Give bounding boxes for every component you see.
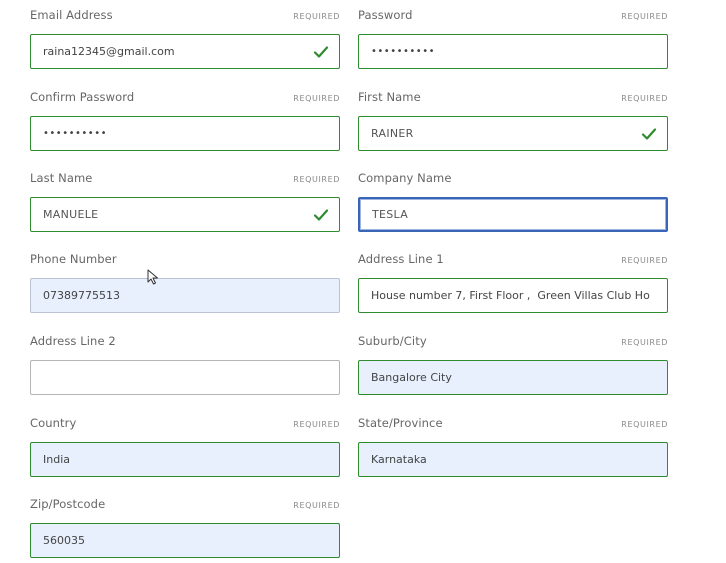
last-name-input[interactable] — [31, 198, 339, 231]
company-name-input[interactable] — [360, 199, 666, 230]
address-line-1-field-group: Address Line 1 REQUIRED — [358, 252, 668, 313]
company-name-box — [358, 197, 668, 232]
address-line-1-label: Address Line 1 — [358, 252, 444, 266]
address-line-2-label: Address Line 2 — [30, 334, 116, 348]
confirm-password-box — [30, 116, 340, 151]
country-required-tag: REQUIRED — [293, 420, 340, 429]
city-required-tag: REQUIRED — [621, 338, 668, 347]
phone-input[interactable] — [31, 279, 339, 312]
last-name-field-group: Last Name REQUIRED — [30, 171, 340, 232]
address-line-1-box — [358, 278, 668, 313]
address-line-2-field-group: Address Line 2 — [30, 334, 340, 395]
email-label: Email Address — [30, 8, 113, 22]
address-line-1-required-tag: REQUIRED — [621, 256, 668, 265]
city-label: Suburb/City — [358, 334, 427, 348]
password-input[interactable] — [359, 35, 667, 68]
country-label: Country — [30, 416, 77, 430]
first-name-required-tag: REQUIRED — [621, 94, 668, 103]
email-input[interactable] — [31, 35, 339, 68]
country-field-group: Country REQUIRED — [30, 416, 340, 477]
confirm-password-field-group: Confirm Password REQUIRED — [30, 90, 340, 151]
city-box — [358, 360, 668, 395]
city-input[interactable] — [359, 361, 667, 394]
zip-field-group: Zip/Postcode REQUIRED — [30, 497, 340, 558]
checkmark-icon — [313, 46, 329, 58]
zip-label: Zip/Postcode — [30, 497, 106, 511]
confirm-password-input[interactable] — [31, 117, 339, 150]
last-name-required-tag: REQUIRED — [293, 175, 340, 184]
country-box — [30, 442, 340, 477]
email-field-group: Email Address REQUIRED — [30, 8, 340, 69]
state-input[interactable] — [359, 443, 667, 476]
phone-field-group: Phone Number — [30, 252, 340, 313]
phone-label: Phone Number — [30, 252, 117, 266]
confirm-password-label: Confirm Password — [30, 90, 135, 104]
checkmark-icon — [313, 209, 329, 221]
email-required-tag: REQUIRED — [293, 12, 340, 21]
company-name-label: Company Name — [358, 171, 452, 185]
address-line-1-input[interactable] — [359, 279, 667, 312]
address-line-2-input[interactable] — [31, 361, 339, 394]
mouse-cursor-icon — [147, 269, 158, 285]
state-required-tag: REQUIRED — [621, 420, 668, 429]
checkmark-icon — [641, 128, 657, 140]
address-line-2-box — [30, 360, 340, 395]
company-name-field-group: Company Name — [358, 171, 668, 232]
state-box — [358, 442, 668, 477]
phone-box — [30, 278, 340, 313]
state-label: State/Province — [358, 416, 443, 430]
confirm-password-required-tag: REQUIRED — [293, 94, 340, 103]
state-field-group: State/Province REQUIRED — [358, 416, 668, 477]
last-name-box — [30, 197, 340, 232]
password-box — [358, 34, 668, 69]
password-required-tag: REQUIRED — [621, 12, 668, 21]
first-name-field-group: First Name REQUIRED — [358, 90, 668, 151]
first-name-label: First Name — [358, 90, 421, 104]
first-name-box — [358, 116, 668, 151]
password-label: Password — [358, 8, 413, 22]
zip-required-tag: REQUIRED — [293, 501, 340, 510]
zip-box — [30, 523, 340, 558]
last-name-label: Last Name — [30, 171, 93, 185]
password-field-group: Password REQUIRED — [358, 8, 668, 69]
zip-input[interactable] — [31, 524, 339, 557]
email-box — [30, 34, 340, 69]
city-field-group: Suburb/City REQUIRED — [358, 334, 668, 395]
first-name-input[interactable] — [359, 117, 667, 150]
country-input[interactable] — [31, 443, 339, 476]
